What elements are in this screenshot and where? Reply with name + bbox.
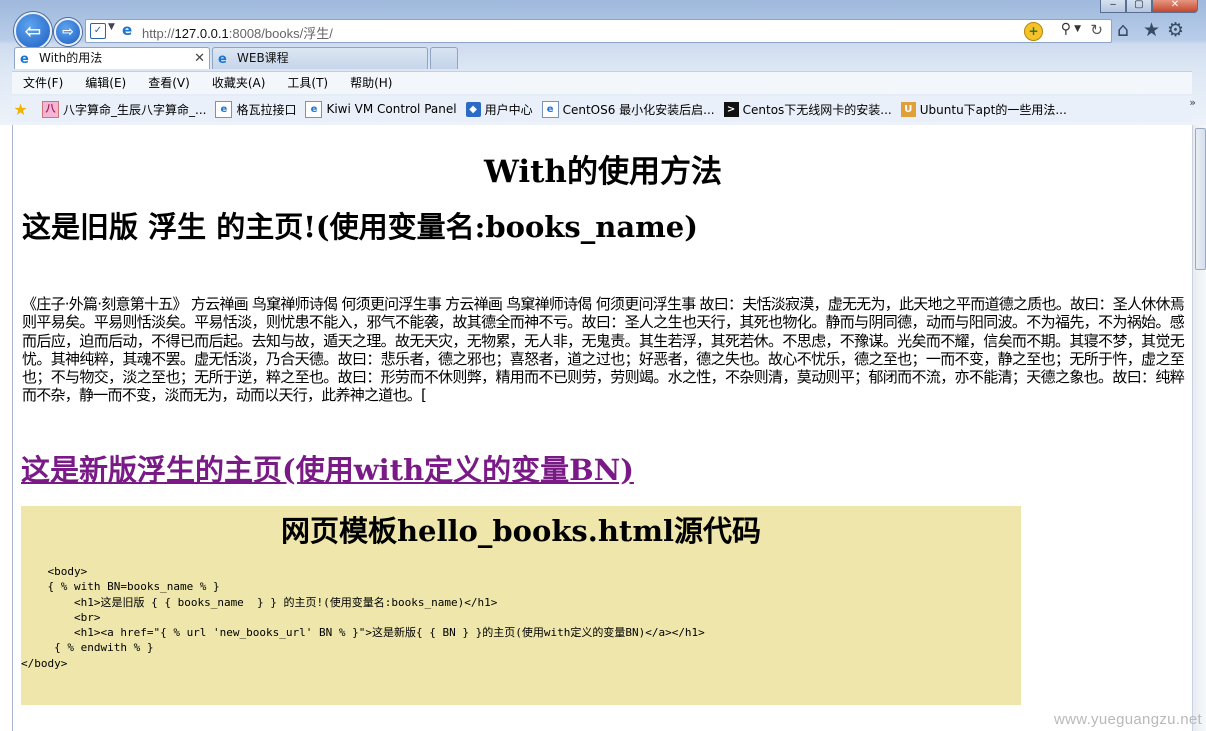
favorites-star-button[interactable]: ★	[12, 99, 33, 119]
favorites-bar: ★ 八八字算命_生辰八字算命_... e 格瓦拉接口 e Kiwi VM Contr…	[12, 96, 1192, 122]
vertical-scrollbar[interactable]	[1192, 125, 1206, 731]
code-box-title: 网页模板hello_books.html源代码	[280, 514, 762, 548]
minimize-button[interactable]: ‒	[1100, 0, 1126, 13]
url-host: 127.0.0.1	[174, 26, 229, 41]
ie-page-icon: e	[218, 52, 227, 67]
search-icon[interactable]: ⚲	[1061, 21, 1071, 37]
ubuntu-icon: U	[900, 101, 916, 117]
favorite-label: CentOS6 最小化安装后启...	[562, 102, 715, 117]
forward-arrow-icon: ⇨	[62, 24, 74, 40]
watermark: www.yueguangzu.net	[1054, 711, 1202, 728]
browser-chrome: ‒ ▢ ✕ ⇦ ⇨ ✓ ▼ e http://127.0.0.1:8008/bo…	[0, 0, 1206, 125]
tab-with-usage[interactable]: e With的用法 ✕	[14, 47, 210, 69]
menu-favorites[interactable]: 收藏夹(A)	[201, 72, 277, 94]
menu-bar: 文件(F) 编辑(E) 查看(V) 收藏夹(A) 工具(T) 帮助(H)	[12, 71, 1192, 94]
security-shield-icon[interactable]: ✓	[90, 23, 106, 39]
new-version-link[interactable]: 这是新版浮生的主页(使用with定义的变量BN)	[21, 447, 634, 489]
favorite-item-gewala[interactable]: e 格瓦拉接口	[215, 100, 297, 118]
favorite-item-user-center[interactable]: ◆ 用户中心	[465, 101, 533, 118]
ie-page-icon: e	[541, 100, 559, 118]
ie-page-icon: e	[122, 21, 133, 39]
back-arrow-icon: ⇦	[24, 19, 42, 43]
back-button[interactable]: ⇦	[14, 12, 52, 50]
shield-page-icon: ◆	[465, 101, 481, 117]
page-title: With的使用方法	[484, 154, 722, 190]
favorites-overflow-icon[interactable]: »	[1189, 96, 1196, 109]
tab-label: WEB课程	[237, 51, 289, 65]
window-controls: ‒ ▢ ✕	[1100, 0, 1198, 13]
address-bar[interactable]: ✓ ▼ e http://127.0.0.1:8008/books/浮生/ + …	[85, 19, 1112, 43]
close-tab-icon[interactable]: ✕	[194, 48, 205, 69]
tools-gear-icon[interactable]: ⚙	[1167, 19, 1184, 41]
favorite-label: 格瓦拉接口	[236, 102, 297, 117]
book-paragraph: 《庄子·外篇·刻意第十五》 方云禅画 鸟窠禅师诗偈 何须更问浮生事 方云禅画 鸟…	[22, 295, 1185, 405]
favorite-label: 八字算命_生辰八字算命_...	[63, 102, 207, 117]
favorite-label: Ubuntu下apt的一些用法...	[919, 102, 1067, 117]
menu-help[interactable]: 帮助(H)	[339, 72, 403, 94]
favorite-item-centos-wifi[interactable]: > Centos下无线网卡的安装...	[723, 101, 892, 118]
page-viewport: With的使用方法 这是旧版 浮生 的主页!(使用变量名:books_name)…	[12, 125, 1193, 731]
scrollbar-thumb[interactable]	[1195, 128, 1206, 270]
terminal-icon: >	[723, 101, 739, 117]
url-path: :8008/books/浮生/	[228, 26, 333, 41]
ie-page-icon: e	[305, 100, 323, 118]
chevron-down-icon[interactable]: ▼	[108, 22, 115, 32]
menu-file[interactable]: 文件(F)	[12, 72, 74, 94]
favorite-label: Kiwi VM Control Panel	[326, 102, 457, 116]
refresh-icon[interactable]: ↻	[1090, 21, 1103, 39]
old-version-heading: 这是旧版 浮生 的主页!(使用变量名:books_name)	[22, 210, 698, 244]
ie-page-icon: e	[215, 100, 233, 118]
favorite-item-kiwi[interactable]: e Kiwi VM Control Panel	[305, 100, 457, 118]
new-tab-button[interactable]	[430, 47, 458, 69]
search-dropdown-icon[interactable]: ▼	[1074, 24, 1081, 34]
menu-view[interactable]: 查看(V)	[137, 72, 201, 94]
favorite-item-centos6[interactable]: e CentOS6 最小化安装后启...	[541, 100, 715, 118]
tab-web-course[interactable]: e WEB课程	[212, 47, 428, 69]
tab-strip: e With的用法 ✕ e WEB课程	[14, 47, 458, 70]
compatibility-view-icon[interactable]: +	[1024, 22, 1043, 41]
favorite-item-bazi[interactable]: 八八字算命_生辰八字算命_...	[42, 100, 207, 118]
favorites-star-icon[interactable]: ★	[1143, 19, 1160, 41]
forward-button[interactable]: ⇨	[54, 18, 82, 46]
menu-tools[interactable]: 工具(T)	[276, 72, 339, 94]
tab-label: With的用法	[39, 51, 103, 65]
favorite-label: Centos下无线网卡的安装...	[742, 102, 892, 117]
pink-page-icon: 八	[42, 100, 59, 118]
template-source-code: <body> { % with BN=books_name % } <h1>这是…	[21, 565, 705, 670]
menu-edit[interactable]: 编辑(E)	[74, 72, 137, 94]
url-text[interactable]: http://127.0.0.1:8008/books/浮生/	[142, 23, 333, 42]
favorites-star-icon: ★	[13, 99, 28, 119]
close-window-button[interactable]: ✕	[1152, 0, 1198, 13]
code-box: 网页模板hello_books.html源代码 <body> { % with …	[21, 506, 1021, 705]
favorite-item-ubuntu-apt[interactable]: U Ubuntu下apt的一些用法...	[900, 101, 1067, 118]
ie-page-icon: e	[20, 52, 29, 67]
home-icon[interactable]: ⌂	[1117, 19, 1129, 41]
favorite-label: 用户中心	[484, 102, 533, 117]
maximize-button[interactable]: ▢	[1126, 0, 1152, 13]
url-prefix: http://	[142, 26, 175, 41]
